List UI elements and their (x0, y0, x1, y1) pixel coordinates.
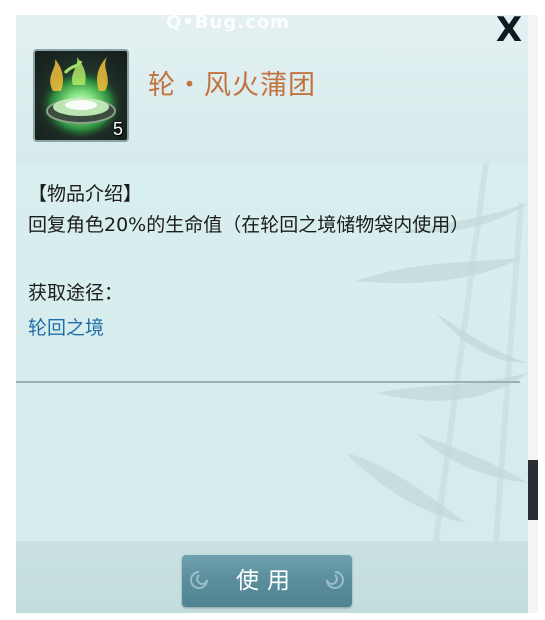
watermark: Q•Bug.com (166, 15, 290, 33)
item-actions: 使用 (16, 541, 528, 613)
item-icon-slot[interactable]: 5 (33, 49, 129, 142)
item-header: Q•Bug.com 5 轮・风火蒲团 (16, 15, 528, 163)
description-text: 回复角色20%的生命值（在轮回之境储物袋内使用） (28, 214, 470, 236)
swirl-right-icon (326, 571, 344, 589)
obtain-label: 获取途径： (28, 282, 124, 304)
item-count: 5 (112, 119, 123, 139)
swirl-left-icon (190, 571, 208, 589)
divider (16, 381, 520, 383)
obtain-source-link[interactable]: 轮回之境 (28, 313, 104, 340)
item-tooltip-panel: Q•Bug.com 5 轮・风火蒲团 【物品介绍】 回复角色20%的生命值（在轮… (16, 15, 528, 613)
use-button[interactable]: 使用 (182, 555, 352, 607)
description-heading: 【物品介绍】 (28, 183, 143, 205)
item-name: 轮・风火蒲团 (148, 70, 316, 101)
scrollbar-track[interactable] (528, 15, 538, 613)
close-icon: X (495, 15, 523, 50)
use-button-label: 使用 (236, 568, 298, 594)
item-details: 【物品介绍】 回复角色20%的生命值（在轮回之境储物袋内使用） 获取途径： 轮回… (16, 163, 528, 541)
scrollbar-thumb[interactable] (528, 460, 538, 520)
close-button[interactable]: X (492, 15, 526, 49)
